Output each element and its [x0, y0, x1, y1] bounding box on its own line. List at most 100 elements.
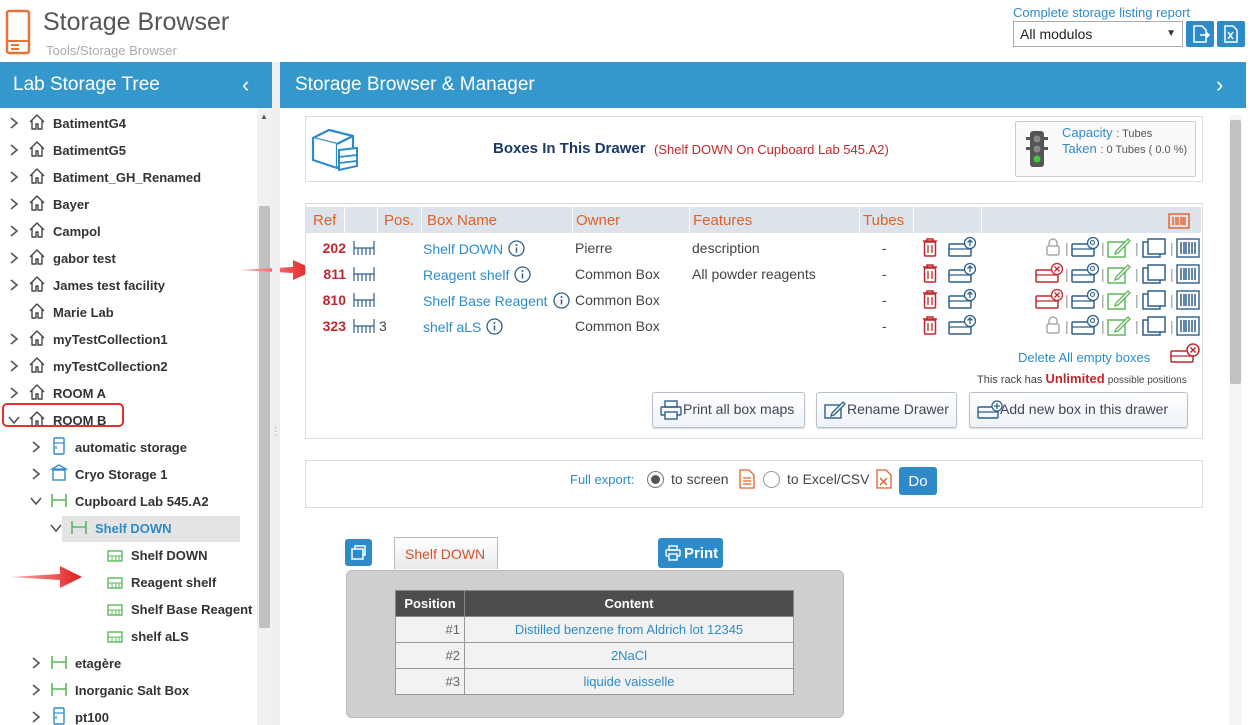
export-excel-label[interactable]: to Excel/CSV [787, 471, 869, 487]
move-box-icon[interactable] [1142, 237, 1166, 259]
info-icon[interactable] [508, 240, 525, 257]
chevron-right-icon[interactable] [8, 333, 20, 345]
chevron-right-icon[interactable] [30, 684, 42, 696]
scroll-up-icon[interactable]: ▲ [260, 112, 268, 121]
tree-node[interactable]: shelf aLS [0, 623, 256, 650]
barcode-icon[interactable] [1176, 290, 1200, 310]
trash-icon[interactable] [922, 289, 938, 309]
box-search-icon[interactable] [1071, 314, 1099, 336]
tree-node[interactable]: Batiment_GH_Renamed [0, 164, 256, 191]
tree-node[interactable]: myTestCollection2 [0, 353, 256, 380]
tree-node[interactable]: automatic storage [0, 434, 256, 461]
box-name-link[interactable]: shelf aLS [423, 318, 504, 335]
export-file-button[interactable] [1186, 21, 1214, 47]
edit-icon[interactable] [1107, 263, 1131, 285]
trash-icon[interactable] [922, 263, 938, 283]
box-map-tab[interactable]: Shelf DOWN [394, 537, 498, 569]
col-pos[interactable]: Pos. [384, 212, 414, 229]
panel-splitter[interactable]: · · · [272, 62, 280, 725]
barcode-icon[interactable] [1176, 238, 1200, 258]
chevron-down-icon[interactable] [50, 522, 62, 534]
info-icon[interactable] [486, 318, 504, 335]
delete-box-icon[interactable] [1035, 262, 1063, 284]
map-content-link[interactable]: 2NaCl [464, 642, 794, 669]
map-content-link[interactable]: Distilled benzene from Aldrich lot 12345 [464, 616, 794, 643]
box-name-link[interactable]: Shelf Base Reagent [423, 292, 570, 309]
col-owner[interactable]: Owner [576, 212, 620, 229]
tree-node[interactable]: Shelf DOWN [0, 515, 256, 542]
table-row[interactable]: 810 Shelf Base Reagent Common Box - | | | | [306, 287, 1201, 313]
chevron-right-icon[interactable] [8, 117, 20, 129]
barcode-icon[interactable] [1176, 264, 1200, 284]
tree-node[interactable]: gabor test [0, 245, 256, 272]
tree-node[interactable]: etagère [0, 650, 256, 677]
box-upload-icon[interactable] [948, 288, 976, 310]
trash-icon[interactable] [922, 315, 938, 335]
export-screen-label[interactable]: to screen [671, 471, 729, 487]
tree-node[interactable]: Shelf Base Reagent [0, 596, 256, 623]
tree-node[interactable]: Cryo Storage 1 [0, 461, 256, 488]
barcode-header-icon[interactable] [1168, 213, 1190, 229]
tree-node[interactable]: BatimentG4 [0, 110, 256, 137]
tree-node[interactable]: Bayer [0, 191, 256, 218]
chevron-right-icon[interactable] [8, 171, 20, 183]
chevron-right-icon[interactable] [30, 468, 42, 480]
export-do-button[interactable]: Do [899, 467, 937, 495]
box-upload-icon[interactable] [948, 314, 976, 336]
tree-node[interactable]: James test facility [0, 272, 256, 299]
tree-node[interactable]: BatimentG5 [0, 137, 256, 164]
chevron-right-icon[interactable] [8, 144, 20, 156]
col-ref[interactable]: Ref [313, 212, 336, 229]
chevron-right-icon[interactable] [30, 657, 42, 669]
delete-empty-boxes-link[interactable]: Delete All empty boxes [1018, 350, 1150, 365]
chevron-right-icon[interactable] [8, 225, 20, 237]
tree-node[interactable]: pt100 [0, 704, 256, 725]
storage-report-link[interactable]: Complete storage listing report [1013, 5, 1190, 20]
col-box-name[interactable]: Box Name [427, 212, 497, 229]
rename-drawer-button[interactable]: Rename Drawer [816, 392, 957, 428]
tree-node[interactable]: Inorganic Salt Box [0, 677, 256, 704]
tree-node[interactable]: Cupboard Lab 545.A2 [0, 488, 256, 515]
chevron-right-icon[interactable] [30, 441, 42, 453]
table-row[interactable]: 202 Shelf DOWN Pierre description - | | | | [306, 235, 1201, 261]
box-ref[interactable]: 202 [316, 240, 346, 256]
edit-icon[interactable] [1107, 315, 1131, 337]
edit-icon[interactable] [1107, 237, 1131, 259]
tree-node[interactable]: myTestCollection1 [0, 326, 256, 353]
info-icon[interactable] [514, 266, 532, 283]
move-box-icon[interactable] [1142, 289, 1166, 311]
table-row[interactable]: 811 Reagent shelf Common Box All powder rea… [306, 261, 1201, 287]
chevron-right-icon[interactable] [8, 279, 20, 291]
move-box-icon[interactable] [1142, 315, 1166, 337]
export-screen-radio[interactable] [647, 471, 664, 488]
edit-icon[interactable] [1107, 289, 1131, 311]
delete-box-icon[interactable] [1035, 288, 1063, 310]
tree-node[interactable]: Marie Lab [0, 299, 256, 326]
box-upload-icon[interactable] [948, 262, 976, 284]
print-all-box-maps-button[interactable]: Print all box maps [652, 392, 805, 428]
box-ref[interactable]: 810 [316, 292, 346, 308]
chevron-right-icon[interactable] [8, 387, 20, 399]
modulos-select[interactable]: All modulos ▼ [1013, 21, 1183, 47]
box-upload-icon[interactable] [948, 236, 976, 258]
chevron-right-icon[interactable] [8, 252, 20, 264]
toggle-view-button[interactable] [345, 539, 372, 566]
main-scrollbar-thumb[interactable] [1230, 120, 1241, 384]
box-ref[interactable]: 811 [316, 266, 346, 282]
delete-boxes-icon[interactable] [1170, 343, 1200, 365]
box-ref[interactable]: 323 [316, 318, 346, 334]
table-row[interactable]: 323 3 shelf aLS Common Box - | | | | [306, 313, 1201, 339]
expand-panel-icon[interactable]: › [1216, 72, 1223, 98]
trash-icon[interactable] [922, 237, 938, 257]
tree-node[interactable]: Campol [0, 218, 256, 245]
map-content-link[interactable]: liquide vaisselle [464, 668, 794, 695]
box-name-link[interactable]: Reagent shelf [423, 266, 532, 283]
export-excel-button[interactable] [1217, 21, 1245, 47]
chevron-right-icon[interactable] [30, 711, 42, 723]
info-icon[interactable] [552, 292, 570, 309]
chevron-right-icon[interactable] [8, 360, 20, 372]
print-box-map-button[interactable]: Print [658, 538, 723, 568]
chevron-right-icon[interactable] [8, 198, 20, 210]
chevron-down-icon[interactable] [30, 495, 42, 507]
box-search-icon[interactable] [1071, 262, 1099, 284]
